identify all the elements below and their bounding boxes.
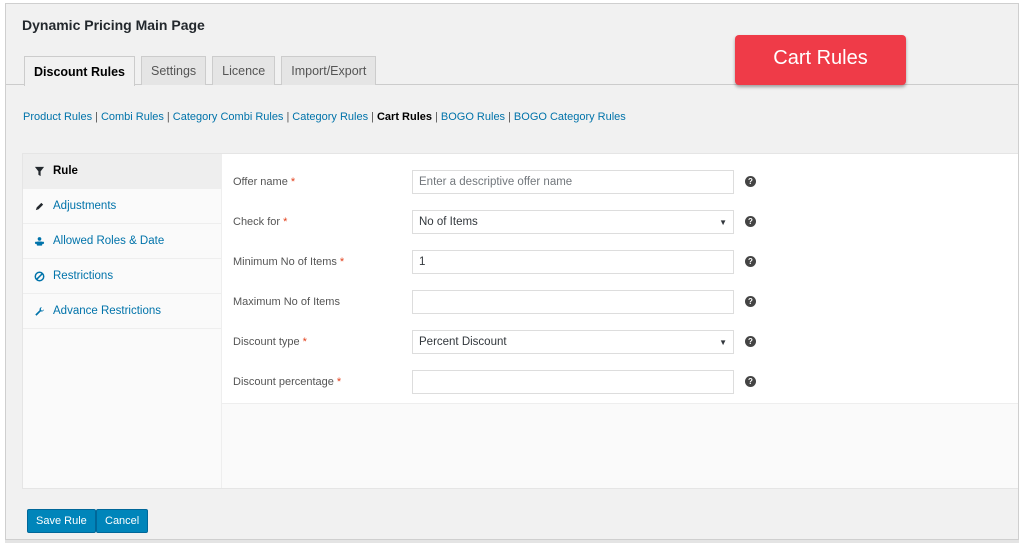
required-marker: * bbox=[302, 336, 307, 348]
rule-sidebar: Rule Adjustments Allowed Roles & Date Re… bbox=[23, 154, 222, 488]
required-marker: * bbox=[339, 256, 345, 268]
required-marker: * bbox=[290, 176, 296, 188]
link-separator: | bbox=[95, 111, 98, 123]
cancel-button[interactable]: Cancel bbox=[96, 509, 149, 533]
link-separator: | bbox=[508, 111, 511, 123]
tab-import-export[interactable]: Import/Export bbox=[281, 56, 377, 85]
tab-discount-rules[interactable]: Discount Rules bbox=[24, 56, 135, 86]
link-separator: | bbox=[286, 111, 290, 123]
link-product-rules[interactable]: Product Rules bbox=[23, 111, 92, 123]
link-bogo-category-rules[interactable]: BOGO Category Rules bbox=[514, 111, 626, 123]
form-row-offer-name: Offer name * Enter a descriptive offer na… bbox=[222, 170, 1018, 196]
form-row-discount-percentage: Discount percentage * ? bbox=[222, 370, 1018, 396]
help-icon[interactable]: ? bbox=[745, 176, 756, 187]
discount-type-select[interactable]: Percent Discount ▼ bbox=[412, 330, 734, 354]
sidebar-item-adjustments[interactable]: Adjustments bbox=[23, 189, 221, 224]
sidebar-item-label: Rule bbox=[53, 165, 78, 177]
sidebar-item-rule[interactable]: Rule bbox=[23, 154, 221, 189]
sidebar-item-label: Advance Restrictions bbox=[53, 305, 162, 317]
help-icon[interactable]: ? bbox=[745, 216, 756, 227]
save-rule-button[interactable]: Save Rule bbox=[27, 509, 96, 533]
link-cart-rules-current: Cart Rules bbox=[376, 111, 433, 123]
field-label: Maximum No of Items bbox=[233, 296, 340, 308]
form-row-max-items: Maximum No of Items ? bbox=[222, 290, 1018, 316]
link-separator: | bbox=[435, 111, 438, 123]
form-row-check-for: Check for * No of Items ▼ ? bbox=[222, 210, 1018, 236]
link-category-rules[interactable]: Category Rules bbox=[292, 111, 368, 123]
tab-licence[interactable]: Licence bbox=[212, 56, 276, 85]
rule-form: Offer name * Enter a descriptive offer na… bbox=[222, 154, 1018, 404]
required-marker: * bbox=[283, 216, 288, 228]
select-value: Percent Discount bbox=[419, 336, 507, 348]
tab-strip: Discount Rules Settings Licence Import/E… bbox=[24, 56, 382, 86]
sidebar-item-advance-restrictions[interactable]: Advance Restrictions bbox=[23, 294, 221, 329]
field-label: Discount type * bbox=[233, 336, 307, 348]
link-category-combi-rules[interactable]: Category Combi Rules bbox=[173, 111, 284, 123]
help-icon[interactable]: ? bbox=[745, 376, 756, 387]
rule-type-links: Product Rules | Combi Rules | Category Combi… bbox=[23, 111, 626, 123]
chevron-down-icon: ▼ bbox=[719, 337, 727, 347]
sidebar-item-label: Restrictions bbox=[53, 270, 114, 282]
field-label: Check for * bbox=[233, 216, 288, 228]
link-separator: | bbox=[371, 111, 374, 123]
rule-panel: Rule Adjustments Allowed Roles & Date Re… bbox=[22, 153, 1018, 489]
users-icon bbox=[33, 235, 45, 247]
field-label: Offer name * bbox=[233, 176, 296, 188]
frame-shadow bbox=[5, 540, 1019, 543]
help-icon[interactable]: ? bbox=[745, 296, 756, 307]
tab-settings[interactable]: Settings bbox=[141, 56, 207, 85]
filter-icon bbox=[33, 165, 45, 177]
form-row-min-items: Minimum No of Items * 1 ? bbox=[222, 250, 1018, 276]
ban-icon bbox=[33, 270, 45, 282]
link-separator: | bbox=[166, 111, 170, 123]
sidebar-item-label: Adjustments bbox=[53, 200, 117, 212]
field-label: Minimum No of Items * bbox=[233, 256, 345, 268]
chevron-down-icon: ▼ bbox=[719, 217, 727, 227]
required-marker: * bbox=[336, 376, 342, 388]
cart-rules-callout: Cart Rules bbox=[735, 35, 906, 85]
link-combi-rules[interactable]: Combi Rules bbox=[101, 111, 164, 123]
offer-name-input[interactable]: Enter a descriptive offer name bbox=[412, 170, 734, 194]
form-row-discount-type: Discount type * Percent Discount ▼ ? bbox=[222, 330, 1018, 356]
app-frame: Dynamic Pricing Main Page Discount Rules… bbox=[5, 3, 1019, 540]
page-title: Dynamic Pricing Main Page bbox=[22, 17, 205, 33]
sidebar-item-label: Allowed Roles & Date bbox=[53, 235, 165, 247]
field-label: Discount percentage * bbox=[233, 376, 342, 388]
link-bogo-rules[interactable]: BOGO Rules bbox=[441, 111, 505, 123]
check-for-select[interactable]: No of Items ▼ bbox=[412, 210, 734, 234]
select-value: No of Items bbox=[419, 216, 478, 228]
discount-percentage-input[interactable] bbox=[412, 370, 734, 394]
pencil-icon bbox=[33, 200, 45, 212]
minimum-items-input[interactable]: 1 bbox=[412, 250, 734, 274]
sidebar-item-allowed-roles-date[interactable]: Allowed Roles & Date bbox=[23, 224, 221, 259]
help-icon[interactable]: ? bbox=[745, 256, 756, 267]
wrench-icon bbox=[33, 305, 45, 317]
help-icon[interactable]: ? bbox=[745, 336, 756, 347]
sidebar-item-restrictions[interactable]: Restrictions bbox=[23, 259, 221, 294]
maximum-items-input[interactable] bbox=[412, 290, 734, 314]
